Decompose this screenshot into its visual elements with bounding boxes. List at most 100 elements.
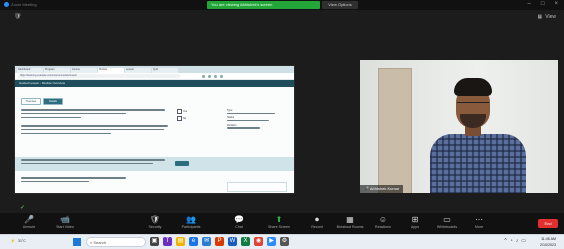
participants-button[interactable]: 👥 Participants <box>174 215 208 229</box>
more-icon: ⋯ <box>475 215 483 224</box>
chat-icon: 💬 <box>234 215 244 224</box>
zoom-logo-icon <box>4 2 9 7</box>
share-screen-button[interactable]: ⬆ Share Screen <box>262 215 296 229</box>
breakout-rooms-icon: ▦ <box>346 215 354 224</box>
details-panel: Type Status Duration <box>227 109 287 131</box>
option-label: Yes <box>183 109 188 113</box>
maximize-icon[interactable]: □ <box>541 1 545 7</box>
reactions-icon: ☺ <box>378 215 388 224</box>
muted-mic-icon: 🎤 <box>364 186 369 191</box>
end-meeting-button[interactable]: End <box>538 219 558 228</box>
wifi-icon[interactable]: ◔ <box>510 238 513 244</box>
window-titlebar: Zoom Meeting You are viewing Abhishek's … <box>0 0 564 10</box>
windows-logo-icon <box>73 238 77 242</box>
profile-icon[interactable] <box>220 74 223 78</box>
task-view-icon[interactable]: ▣ <box>150 237 159 246</box>
volume-icon[interactable]: ♪ <box>516 238 519 244</box>
excel-icon[interactable]: X <box>241 237 250 246</box>
meeting-toolbar: 🎤 Unmute 📹 Start Video 🛡 Security 👥 Part… <box>0 213 564 234</box>
more-button[interactable]: ⋯ More <box>462 215 496 229</box>
address-bar[interactable]: https://learning.example.com/course/modu… <box>18 74 180 78</box>
connection-indicator-icon: ✓ <box>20 205 26 211</box>
reactions-button[interactable]: ☺ Reactions <box>366 215 400 229</box>
unmute-button[interactable]: 🎤 Unmute <box>12 215 46 229</box>
zoom-icon[interactable]: ▶ <box>267 237 276 246</box>
security-button[interactable]: 🛡 Security <box>138 215 172 229</box>
start-video-button[interactable]: 📹 Start Video <box>48 215 82 229</box>
record-button[interactable]: ⏺ Record <box>300 215 334 229</box>
browser-tab[interactable]: Quiz <box>152 68 178 73</box>
document-header: Guided Lesson - Module Overview <box>15 80 294 87</box>
doc-tab[interactable]: Overview <box>21 98 41 105</box>
system-tray: ^ ◔ ♪ ▭ <box>504 238 526 244</box>
edge-icon[interactable]: e <box>189 237 198 246</box>
browser-tab[interactable]: Lesson <box>125 68 151 73</box>
view-label: View <box>545 14 556 20</box>
chat-button[interactable]: 💬 Chat <box>222 215 256 229</box>
view-toggle[interactable]: ▦ View <box>538 14 556 20</box>
window-controls: – □ × <box>528 1 558 7</box>
participant-video[interactable]: 🎤 Abhishek Kumar <box>360 60 558 193</box>
extension-icon[interactable] <box>208 74 211 78</box>
checkbox-icon[interactable] <box>177 109 182 114</box>
extension-icon[interactable] <box>214 74 217 78</box>
grid-view-icon[interactable]: ▦ <box>538 14 543 20</box>
video-camera-icon: 📹 <box>60 215 70 224</box>
browser-tab[interactable]: Course <box>71 68 97 73</box>
powerpoint-icon[interactable]: P <box>215 237 224 246</box>
weather-temp: 31°C <box>18 239 26 243</box>
window-title: Zoom Meeting <box>11 2 37 7</box>
file-explorer-icon[interactable]: ▤ <box>176 237 185 246</box>
browser-address-row: https://learning.example.com/course/modu… <box>15 73 294 80</box>
browser-tab[interactable]: Program <box>44 68 70 73</box>
shared-screen: Dashboard Program Course Module Lesson Q… <box>14 65 295 194</box>
teams-icon[interactable]: T <box>163 237 172 246</box>
taskbar-clock[interactable]: 11:45 AM 2/10/2023 <box>528 236 556 248</box>
chevron-up-icon[interactable]: ^ <box>504 238 506 244</box>
dropdown-field[interactable] <box>227 182 287 192</box>
extension-icon[interactable] <box>202 74 205 78</box>
option-label: No <box>183 116 187 120</box>
option-group: Yes No <box>177 109 211 123</box>
view-options-button[interactable]: View Options <box>322 1 358 9</box>
taskbar-search[interactable]: ⌕ Search <box>86 237 146 247</box>
breakout-rooms-button[interactable]: ▦ Breakout Rooms <box>333 215 367 229</box>
share-banner: You are viewing Abhishek's screen <box>207 1 320 9</box>
close-icon[interactable]: × <box>554 1 558 7</box>
apps-button[interactable]: ⊞ Apps <box>398 215 432 229</box>
app-title: Zoom Meeting <box>4 2 37 7</box>
option-yes[interactable]: Yes <box>177 109 211 114</box>
clock-date: 2/10/2023 <box>540 243 556 247</box>
share-screen-icon: ⬆ <box>275 215 283 224</box>
record-icon: ⏺ <box>315 215 319 224</box>
security-shield-icon[interactable]: 🛡 <box>14 13 22 20</box>
document-paragraph <box>21 109 171 120</box>
weather-icon[interactable]: ☀ <box>10 238 15 245</box>
whiteboards-button[interactable]: ▭ Whiteboards <box>430 215 464 229</box>
highlighted-paragraph <box>21 159 171 167</box>
chrome-icon[interactable]: ◉ <box>254 237 263 246</box>
search-icon: ⌕ <box>90 240 93 245</box>
submit-button[interactable] <box>175 161 189 166</box>
checkbox-icon[interactable] <box>177 116 182 121</box>
windows-taskbar: ☀ 31°C ⌕ Search ▣ T ▤ e ✉ P W X ◉ ▶ ⚙ ^ … <box>0 234 564 249</box>
mail-icon[interactable]: ✉ <box>202 237 211 246</box>
participant-person <box>424 78 534 193</box>
doc-tab-active[interactable]: Details <box>43 98 63 105</box>
battery-icon[interactable]: ▭ <box>521 238 526 244</box>
option-no[interactable]: No <box>177 116 211 121</box>
meeting-stage: 🛡 ▦ View Dashboard Program Course Module… <box>0 10 564 213</box>
settings-icon[interactable]: ⚙ <box>280 237 289 246</box>
browser-tab[interactable]: Dashboard <box>17 68 43 73</box>
apps-icon: ⊞ <box>411 215 419 224</box>
word-icon[interactable]: W <box>228 237 237 246</box>
participants-icon: 👥 <box>186 215 196 224</box>
browser-tab-active[interactable]: Module <box>98 68 124 73</box>
browser-tab-strip: Dashboard Program Course Module Lesson Q… <box>15 66 294 73</box>
shield-icon: 🛡 <box>149 215 161 224</box>
document-body: Overview Details Yes No Type Status Dura… <box>15 87 294 193</box>
participant-name-label: 🎤 Abhishek Kumar <box>360 185 404 193</box>
minimize-icon[interactable]: – <box>528 1 531 7</box>
start-button[interactable] <box>73 238 81 246</box>
document-paragraph <box>21 125 171 136</box>
